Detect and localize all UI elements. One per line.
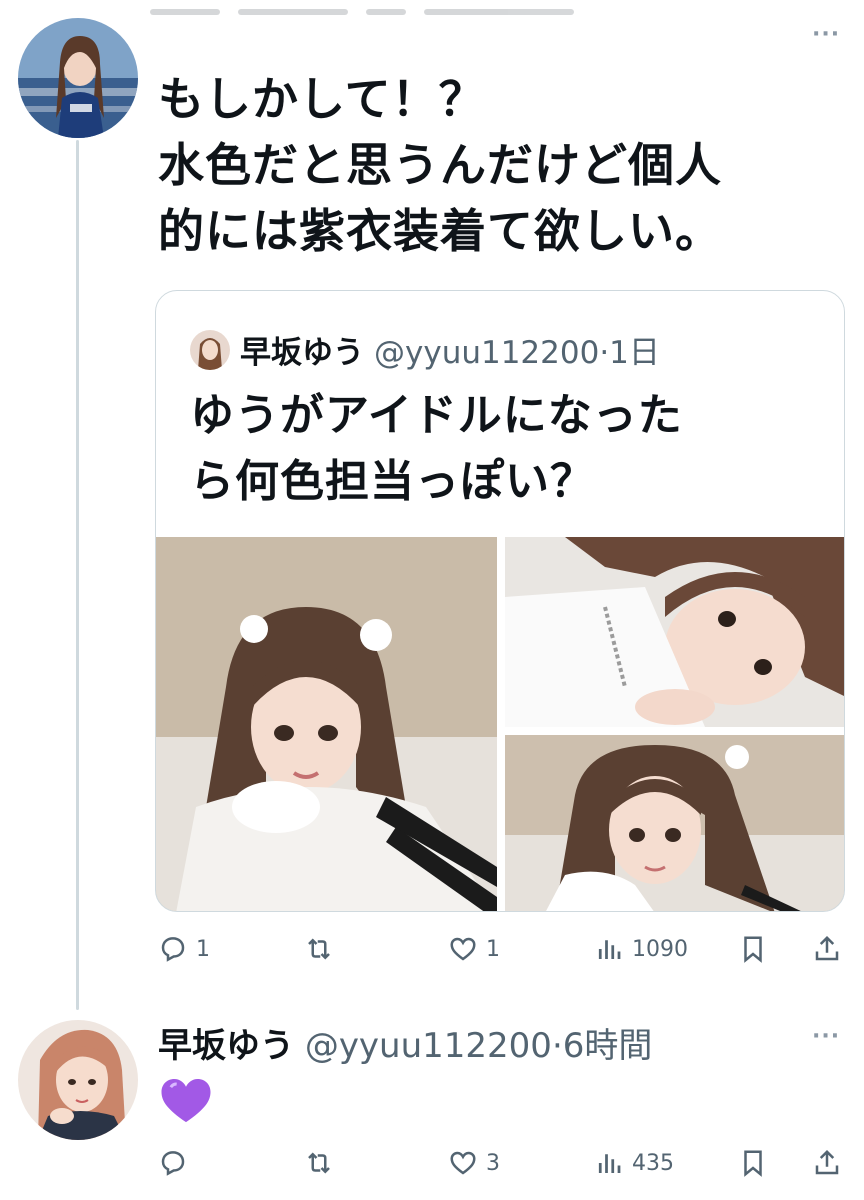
post2-author-handle[interactable]: @yyuu112200·6時間 [305, 1026, 653, 1066]
post2-author-name[interactable]: 早坂ゆう [158, 1026, 294, 1066]
bookmark-icon [744, 1150, 762, 1177]
share-button[interactable] [812, 934, 842, 964]
views-icon [598, 940, 621, 959]
like-icon [450, 937, 476, 961]
more-options-icon[interactable]: ··· [812, 22, 840, 47]
post1-actions: 1 1 1090 [158, 934, 848, 974]
reply-button[interactable]: 1 [158, 934, 210, 964]
retweet-icon [308, 938, 330, 960]
quoted-author-name[interactable]: 早坂ゆう [240, 327, 364, 372]
share-icon [815, 935, 839, 961]
quoted-media-grid [156, 537, 844, 911]
views-count: 435 [632, 1150, 674, 1176]
post1-text-line: 水色だと思うんだけど個人 [158, 138, 722, 192]
share-icon [815, 1149, 839, 1175]
like-count: 3 [486, 1150, 500, 1176]
post2-header: 早坂ゆう @yyuu112200·6時間 [158, 1018, 652, 1067]
post1-text-line: もしかして！？ [158, 72, 486, 126]
reply-button[interactable] [158, 1148, 196, 1178]
media-photo-1[interactable] [156, 537, 497, 911]
post1-text: もしかして！？ 水色だと思うんだけど個人 的には紫衣装着て欲しい。 [158, 66, 838, 264]
post1-text-line: 的には紫衣装着て欲しい。 [158, 204, 722, 258]
bookmark-button[interactable] [738, 934, 768, 964]
media-photo-2[interactable] [505, 537, 844, 727]
like-count: 1 [486, 936, 500, 962]
cropped-text-fragment [150, 0, 630, 15]
reply-count: 1 [196, 936, 210, 962]
post2-avatar[interactable] [18, 1020, 138, 1140]
like-button[interactable]: 3 [448, 1148, 500, 1178]
like-button[interactable]: 1 [448, 934, 500, 964]
retweet-button[interactable] [304, 1148, 342, 1178]
thread-connector [76, 140, 79, 1010]
purple-heart-icon [158, 1072, 214, 1128]
share-button[interactable] [812, 1148, 842, 1178]
quoted-post-card[interactable]: 早坂ゆう @yyuu112200·1日 ゆうがアイドルになった ら何色担当っぽい… [155, 290, 845, 912]
quoted-avatar[interactable] [190, 329, 230, 370]
retweet-icon [308, 1152, 330, 1174]
views-button[interactable]: 1090 [594, 934, 688, 964]
media-photo-3[interactable] [505, 735, 844, 911]
post2-actions: 3 435 [158, 1148, 848, 1188]
more-options-icon[interactable]: ··· [812, 1024, 840, 1049]
views-icon [598, 1154, 621, 1173]
bookmark-button[interactable] [738, 1148, 768, 1178]
retweet-button[interactable] [304, 934, 342, 964]
post1-avatar[interactable] [18, 18, 138, 138]
quoted-author-handle[interactable]: @yyuu112200·1日 [374, 327, 660, 372]
quoted-text-line: ら何色担当っぽい？ [190, 456, 595, 507]
quoted-post-header: 早坂ゆう @yyuu112200·1日 [190, 327, 660, 372]
reply-icon [161, 1151, 185, 1176]
views-button[interactable]: 435 [594, 1148, 674, 1178]
quoted-text-line: ゆうがアイドルになった [190, 390, 683, 441]
views-count: 1090 [632, 936, 688, 962]
like-icon [450, 1151, 476, 1175]
quoted-post-text: ゆうがアイドルになった ら何色担当っぽい？ [190, 383, 820, 515]
bookmark-icon [744, 936, 762, 963]
reply-icon [161, 937, 185, 962]
